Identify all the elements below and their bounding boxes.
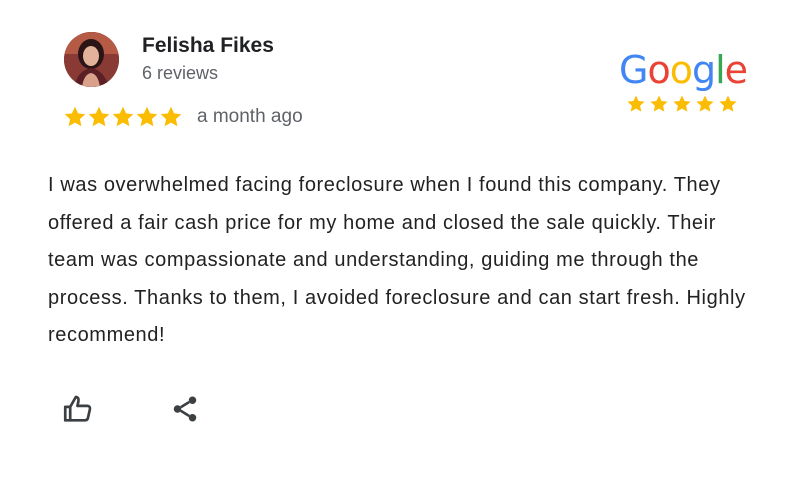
star-icon <box>159 105 183 129</box>
google-star-rating <box>626 94 741 114</box>
star-icon <box>649 94 671 114</box>
star-icon <box>87 105 111 129</box>
share-icon <box>170 394 200 429</box>
review-text: I was overwhelmed facing foreclosure whe… <box>48 174 746 346</box>
star-icon <box>135 105 159 129</box>
avatar[interactable] <box>64 32 119 87</box>
star-rating: a month ago <box>63 104 303 130</box>
reviewer-name[interactable]: Felisha Fikes <box>142 34 274 58</box>
avatar-photo <box>64 32 119 87</box>
star-icon <box>718 94 740 114</box>
review-card: Felisha Fikes 6 reviews a month ago Goog… <box>0 0 791 498</box>
star-icon <box>626 94 648 114</box>
google-letter: g <box>691 48 716 92</box>
star-icon <box>63 105 87 129</box>
google-letter: o <box>669 48 693 92</box>
share-button[interactable] <box>167 393 203 429</box>
star-icon <box>672 94 694 114</box>
like-button[interactable] <box>60 393 96 429</box>
star-icon <box>695 94 717 114</box>
google-letter: G <box>619 48 648 92</box>
star-icon <box>111 105 135 129</box>
google-logo: Google <box>619 48 748 92</box>
reviewer-review-count: 6 reviews <box>142 63 219 83</box>
google-letter: o <box>647 48 670 92</box>
google-letter: e <box>724 48 748 92</box>
review-age: a month ago <box>197 106 303 127</box>
google-letter: l <box>715 48 726 92</box>
thumbs-up-icon <box>61 392 95 431</box>
